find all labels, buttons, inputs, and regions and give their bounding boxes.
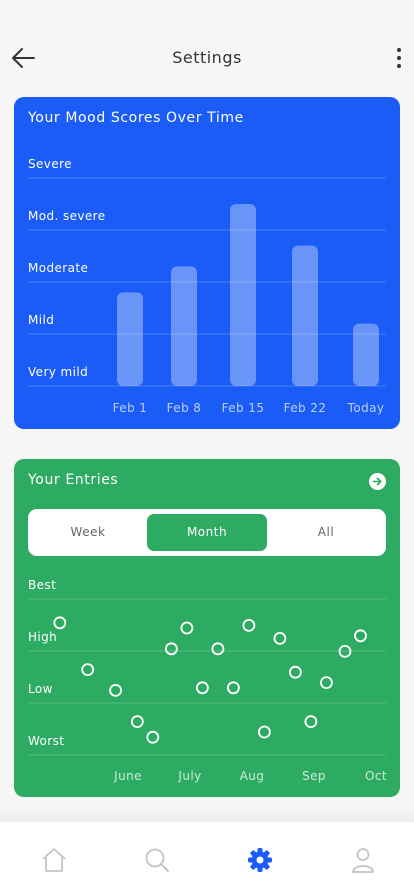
gear-icon[interactable] [246,846,274,874]
bar [117,292,143,386]
data-point [274,633,285,644]
data-point [181,623,192,634]
bottom-nav [0,822,414,896]
data-point [212,643,223,654]
header: Settings [0,36,414,80]
entries-scatter-chart: Worst Low High Best June July Aug Sep Oct [14,459,400,797]
data-point [166,643,177,654]
y-level-label: Very mild [28,365,88,379]
mood-bar-chart: Very mild Mild Moderate Mod. severe Severe Fe… [14,97,400,429]
data-point [243,620,254,631]
data-point [259,727,270,738]
x-tick-label: Feb 1 [113,401,148,415]
y-level-label: Low [28,682,53,696]
x-tick-label: Oct [365,769,387,783]
data-point [321,677,332,688]
x-tick-label: Feb 22 [284,401,327,415]
y-level-label: Mod. severe [28,209,106,223]
bar [171,266,197,386]
entries-card: Your Entries Week Month All WorstLowHigh… [14,459,400,797]
x-tick-label: Aug [240,769,265,783]
y-level-label: High [28,630,57,644]
x-tick-label: Today [347,401,385,415]
data-point [132,716,143,727]
data-point [355,630,366,641]
y-level-label: Mild [28,313,54,327]
y-level-label: Moderate [28,261,88,275]
y-level-label: Worst [28,734,64,748]
data-point [305,716,316,727]
data-point [82,664,93,675]
home-icon[interactable] [40,846,68,874]
x-tick-label: Feb 15 [222,401,265,415]
nav-shadow [0,806,414,822]
x-tick-label: Sep [302,769,326,783]
search-icon[interactable] [143,846,171,874]
bar [353,324,379,386]
data-point [54,617,65,628]
mood-scores-card: Your Mood Scores Over Time Very mildMild… [14,97,400,429]
user-icon[interactable] [349,846,377,874]
data-point [197,682,208,693]
data-point [228,682,239,693]
y-level-label: Best [28,578,56,592]
page-title: Settings [0,48,414,67]
data-point [147,732,158,743]
data-point [290,667,301,678]
bar [292,246,318,386]
x-tick-label: July [177,769,201,783]
x-tick-label: June [113,769,142,783]
y-level-label: Severe [28,157,72,171]
data-point [110,685,121,696]
more-vertical-icon[interactable] [390,46,408,70]
x-tick-label: Feb 8 [167,401,202,415]
bar [230,204,256,386]
